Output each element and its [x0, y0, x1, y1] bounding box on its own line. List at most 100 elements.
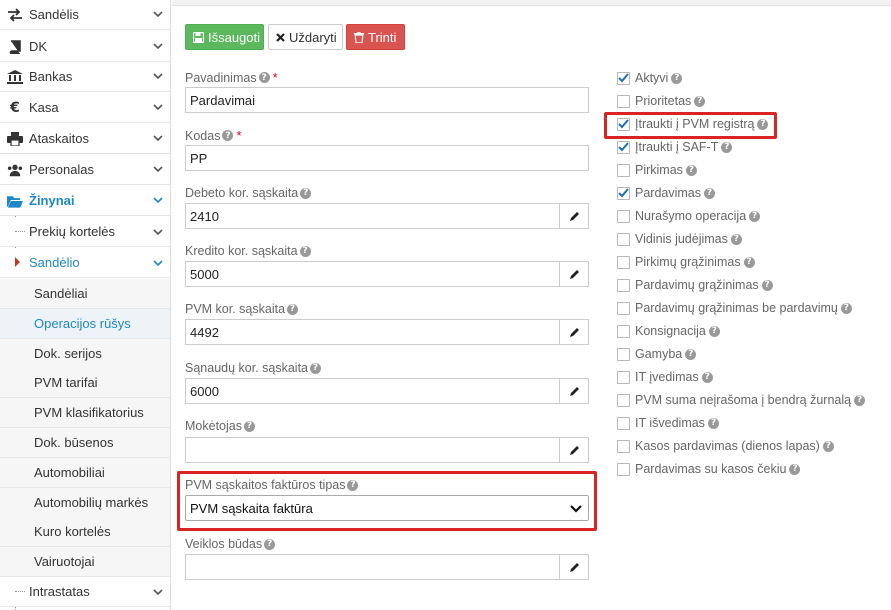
- checkbox[interactable]: [617, 370, 630, 384]
- checkbox[interactable]: [617, 416, 630, 430]
- checkbox-checked[interactable]: [617, 140, 630, 154]
- checkbox-row[interactable]: Įtraukti į SAF-T?: [617, 138, 733, 156]
- checkbox[interactable]: [617, 347, 630, 361]
- checkbox[interactable]: [617, 232, 630, 246]
- help-icon[interactable]: ?: [822, 440, 834, 452]
- sidebar-item-personalas[interactable]: Personalas: [0, 155, 170, 185]
- activity-edit-button[interactable]: [559, 554, 589, 580]
- checkbox[interactable]: [617, 209, 630, 223]
- checkbox-row[interactable]: IT išvedimas?: [617, 414, 719, 432]
- sidebar-item-bankas[interactable]: Bankas: [0, 62, 170, 92]
- help-icon[interactable]: ?: [287, 303, 299, 315]
- help-icon[interactable]: ?: [347, 479, 359, 491]
- checkbox[interactable]: [617, 94, 630, 108]
- checkbox-checked[interactable]: [617, 71, 630, 85]
- sidebar-subsubitem-automobiliai[interactable]: Automobiliai: [0, 458, 170, 488]
- save-button[interactable]: Išsaugoti: [185, 24, 264, 50]
- checkbox-row[interactable]: Aktyvi?: [617, 69, 683, 87]
- debit-account-input[interactable]: 2410: [185, 203, 560, 229]
- cost-edit-button[interactable]: [559, 378, 589, 404]
- help-icon[interactable]: ?: [243, 420, 255, 432]
- checkbox-row[interactable]: Pardavimų grąžinimas?: [617, 276, 773, 294]
- checkbox-row[interactable]: PVM suma neįrašoma į bendrą žurnalą?: [617, 391, 866, 409]
- checkbox-checked[interactable]: [617, 186, 630, 200]
- sidebar-subsubitem-pvm-klasifikatorius[interactable]: PVM klasifikatorius: [0, 398, 170, 428]
- help-icon[interactable]: ?: [310, 362, 321, 374]
- help-icon[interactable]: ?: [300, 187, 312, 199]
- invoice-type-select[interactable]: PVM sąskaita faktūra: [185, 495, 589, 521]
- help-icon[interactable]: ?: [299, 245, 311, 257]
- delete-button[interactable]: Trinti: [346, 24, 405, 50]
- close-button[interactable]: Uždaryti: [268, 24, 343, 50]
- sidebar-item-kasa[interactable]: € Kasa: [0, 93, 170, 123]
- sidebar-subsubitem-dok-serijos[interactable]: Dok. serijos: [0, 339, 170, 369]
- help-icon[interactable]: ?: [671, 72, 683, 84]
- sidebar-subsubitem-kuro-korteles[interactable]: Kuro kortelės: [0, 517, 170, 547]
- help-icon[interactable]: ?: [685, 348, 697, 360]
- help-icon[interactable]: ?: [694, 95, 706, 107]
- checkbox-checked[interactable]: [617, 117, 630, 131]
- vat-account-input[interactable]: 4492: [185, 319, 560, 345]
- checkbox-row[interactable]: Pardavimas su kasos čekiu?: [617, 460, 801, 478]
- sidebar-item-dk[interactable]: DK: [0, 32, 170, 62]
- checkbox-row[interactable]: Pardavimas?: [617, 184, 715, 202]
- help-icon[interactable]: ?: [730, 233, 742, 245]
- code-input[interactable]: PP: [185, 145, 589, 171]
- checkbox[interactable]: [617, 301, 630, 315]
- help-icon[interactable]: ?: [757, 118, 769, 130]
- checkbox-row[interactable]: Pardavimų grąžinimas be pardavimų?: [617, 299, 852, 317]
- checkbox-row[interactable]: Įtraukti į PVM registrą?: [617, 115, 769, 133]
- help-icon[interactable]: ?: [749, 210, 761, 222]
- payer-input[interactable]: [185, 437, 560, 463]
- help-icon[interactable]: ?: [704, 187, 715, 199]
- sidebar-subsubitem-operacijos-rusys[interactable]: Operacijos rūšys: [0, 309, 170, 339]
- checkbox-row[interactable]: IT įvedimas?: [617, 368, 713, 386]
- vat-edit-button[interactable]: [559, 319, 589, 345]
- sidebar-subsubitem-sandeliai[interactable]: Sandėliai: [0, 279, 170, 309]
- checkbox[interactable]: [617, 163, 630, 177]
- help-icon[interactable]: ?: [789, 463, 801, 475]
- checkbox-row[interactable]: Gamyba?: [617, 345, 697, 363]
- sidebar-subitem-sandelio[interactable]: Sandėlio: [0, 248, 170, 278]
- help-icon[interactable]: ?: [854, 394, 866, 406]
- sidebar-subitem-prekiu-korteles[interactable]: Prekių kortelės: [0, 217, 170, 247]
- activity-input[interactable]: [185, 554, 560, 580]
- help-icon[interactable]: ?: [258, 72, 270, 83]
- help-icon[interactable]: ?: [743, 256, 755, 268]
- help-icon[interactable]: ?: [685, 164, 697, 176]
- checkbox-row[interactable]: Kasos pardavimas (dienos lapas)?: [617, 437, 834, 455]
- credit-edit-button[interactable]: [559, 261, 589, 287]
- sidebar-subsubitem-vairuotojai[interactable]: Vairuotojai: [0, 547, 170, 577]
- checkbox[interactable]: [617, 255, 630, 269]
- sidebar-item-zinynai[interactable]: Žinynai: [0, 186, 170, 216]
- help-icon[interactable]: ?: [701, 371, 713, 383]
- sidebar-subsubitem-automobiliu-markes[interactable]: Automobilių markės: [0, 488, 170, 518]
- help-icon[interactable]: ?: [840, 302, 852, 314]
- sidebar-subsubitem-dok-busenos[interactable]: Dok. būsenos: [0, 428, 170, 458]
- checkbox[interactable]: [617, 324, 630, 338]
- cost-account-input[interactable]: 6000: [185, 378, 560, 404]
- help-icon[interactable]: ?: [761, 279, 773, 291]
- checkbox-row[interactable]: Vidinis judėjimas?: [617, 230, 742, 248]
- payer-edit-button[interactable]: [559, 437, 589, 463]
- sidebar-item-ataskaitos[interactable]: Ataskaitos: [0, 124, 170, 154]
- help-icon[interactable]: ?: [264, 538, 276, 550]
- sidebar-subitem-intrastatas[interactable]: Intrastatas: [0, 577, 170, 607]
- checkbox[interactable]: [617, 439, 630, 453]
- checkbox-row[interactable]: Pirkimas?: [617, 161, 697, 179]
- credit-account-input[interactable]: 5000: [185, 261, 560, 287]
- name-input[interactable]: Pardavimai: [185, 87, 589, 113]
- sidebar-item-sandelis[interactable]: Sandėlis: [0, 0, 170, 30]
- checkbox[interactable]: [617, 278, 630, 292]
- checkbox[interactable]: [617, 393, 630, 407]
- debit-edit-button[interactable]: [559, 203, 589, 229]
- checkbox-row[interactable]: Prioritetas?: [617, 92, 706, 110]
- sidebar-subsubitem-pvm-tarifai[interactable]: PVM tarifai: [0, 368, 170, 398]
- checkbox[interactable]: [617, 462, 630, 476]
- checkbox-row[interactable]: Nurašymo operacija?: [617, 207, 761, 225]
- help-icon[interactable]: ?: [707, 417, 719, 429]
- help-icon[interactable]: ?: [708, 325, 720, 337]
- help-icon[interactable]: ?: [721, 141, 733, 153]
- help-icon[interactable]: ?: [222, 130, 234, 141]
- checkbox-row[interactable]: Konsignacija?: [617, 322, 720, 340]
